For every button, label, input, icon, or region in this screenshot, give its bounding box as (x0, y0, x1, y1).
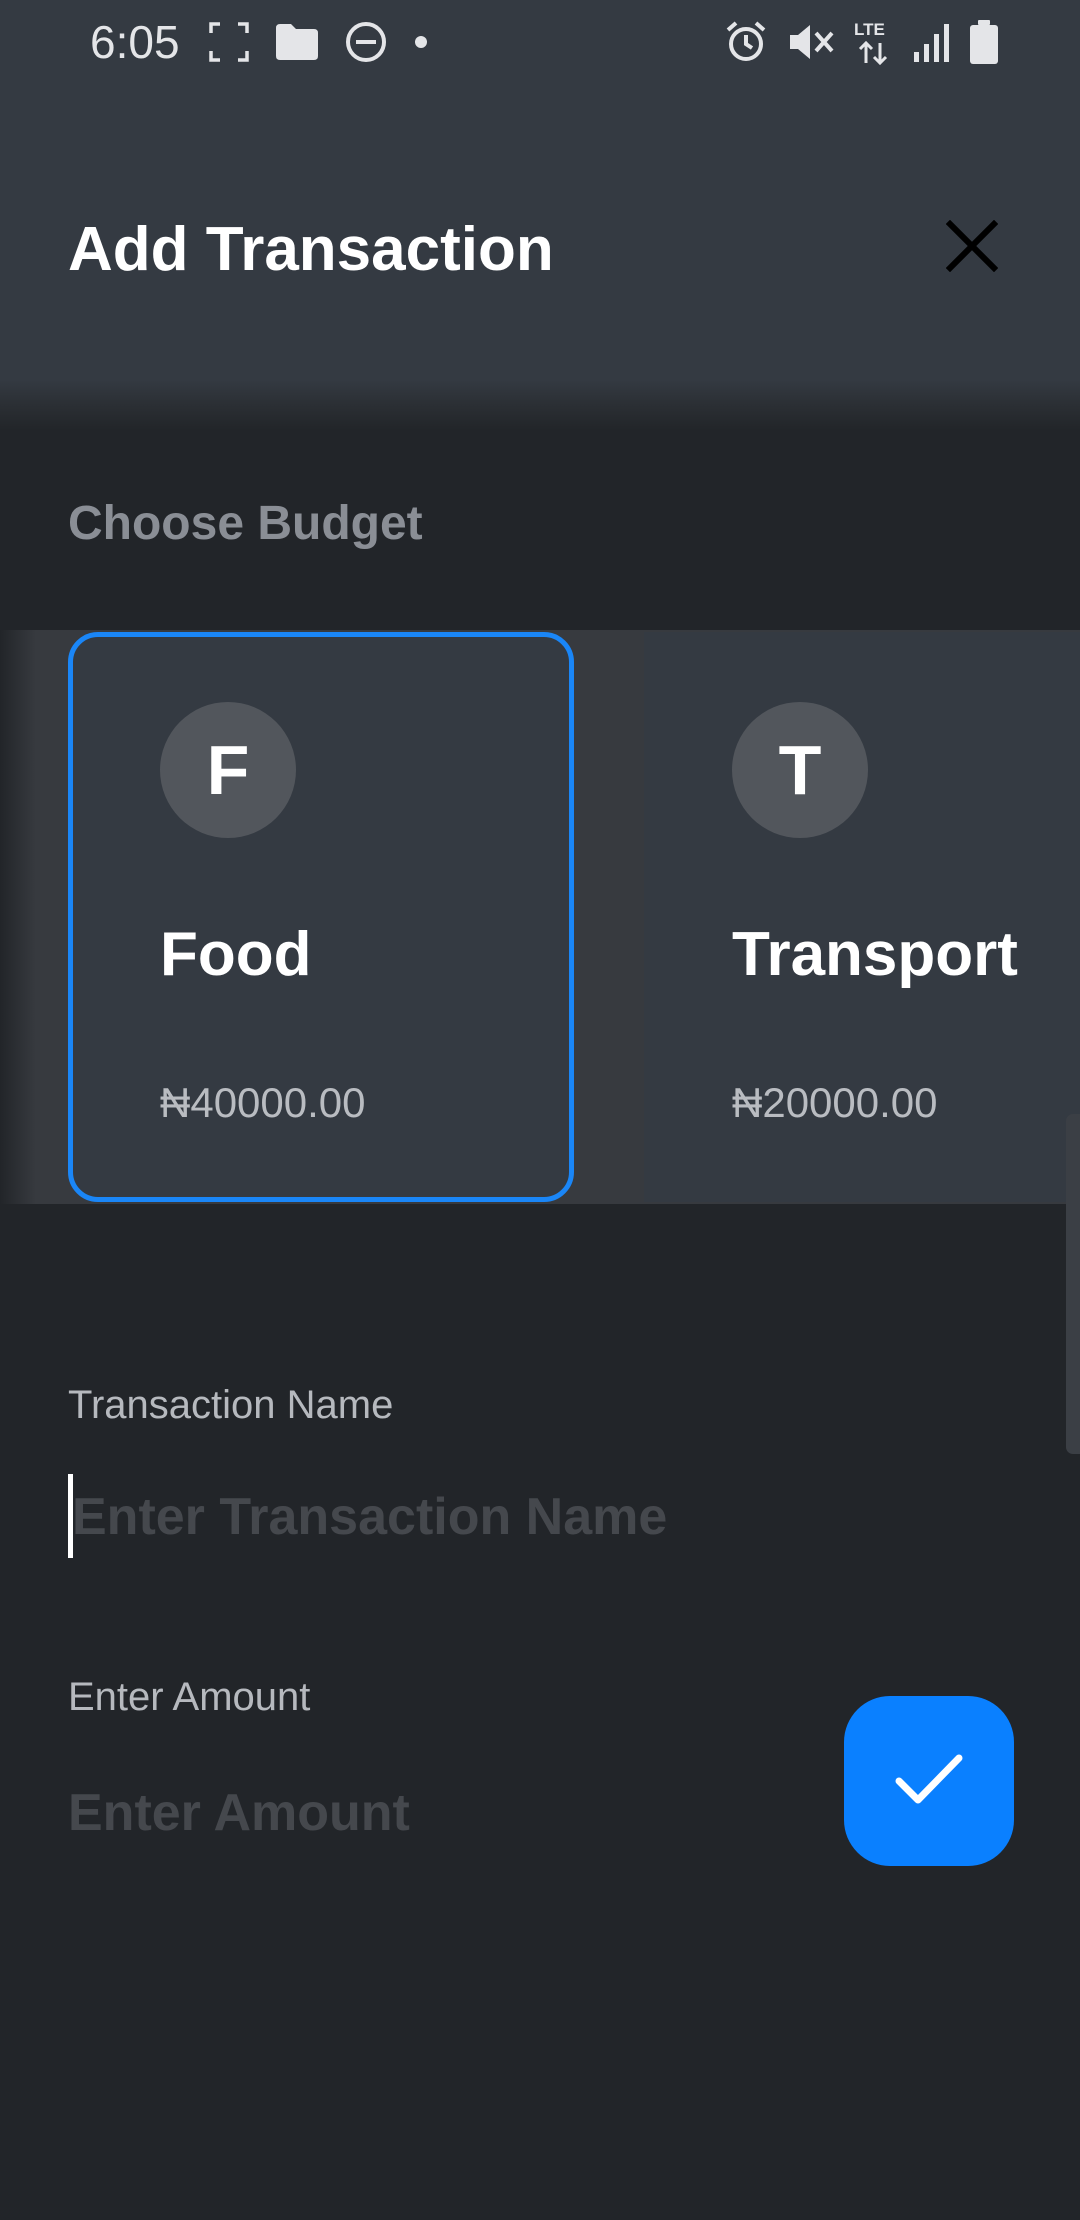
signal-icon (914, 22, 950, 62)
status-time: 6:05 (90, 16, 180, 68)
app-bar-shadow (0, 380, 1080, 430)
check-icon (894, 1751, 964, 1812)
amount-label: Enter Amount (68, 1675, 311, 1719)
transaction-name-input[interactable] (72, 1472, 832, 1562)
budget-name: Food (160, 920, 312, 989)
transaction-name-label: Transaction Name (68, 1383, 394, 1427)
budget-card-food[interactable]: F Food ₦40000.00 (68, 632, 574, 1202)
choose-budget-label: Choose Budget (68, 497, 423, 550)
budget-amount: ₦20000.00 (732, 1079, 938, 1126)
close-button[interactable] (936, 212, 1008, 284)
alarm-icon (724, 20, 768, 64)
lte-icon: LTE (854, 19, 894, 65)
status-bar: 6:05 LTE (0, 0, 1080, 86)
mute-icon (788, 21, 834, 63)
budget-name: Transport (732, 920, 1018, 989)
screenshot-frame-icon (208, 21, 250, 63)
dot-icon (414, 35, 428, 49)
battery-icon (970, 20, 998, 64)
budget-initial-avatar: F (160, 702, 296, 838)
folder-icon (276, 24, 318, 60)
budget-initial-avatar: T (732, 702, 868, 838)
scrollbar[interactable] (1066, 1114, 1080, 1454)
confirm-button[interactable] (844, 1696, 1014, 1866)
svg-text:LTE: LTE (854, 20, 885, 39)
budget-amount: ₦40000.00 (160, 1079, 366, 1126)
budget-card-transport[interactable]: T Transport ₦20000.00 (644, 632, 1080, 1202)
amount-input[interactable] (68, 1768, 808, 1858)
close-icon (945, 219, 999, 277)
do-not-disturb-icon (344, 20, 388, 64)
page-title: Add Transaction (68, 215, 554, 284)
